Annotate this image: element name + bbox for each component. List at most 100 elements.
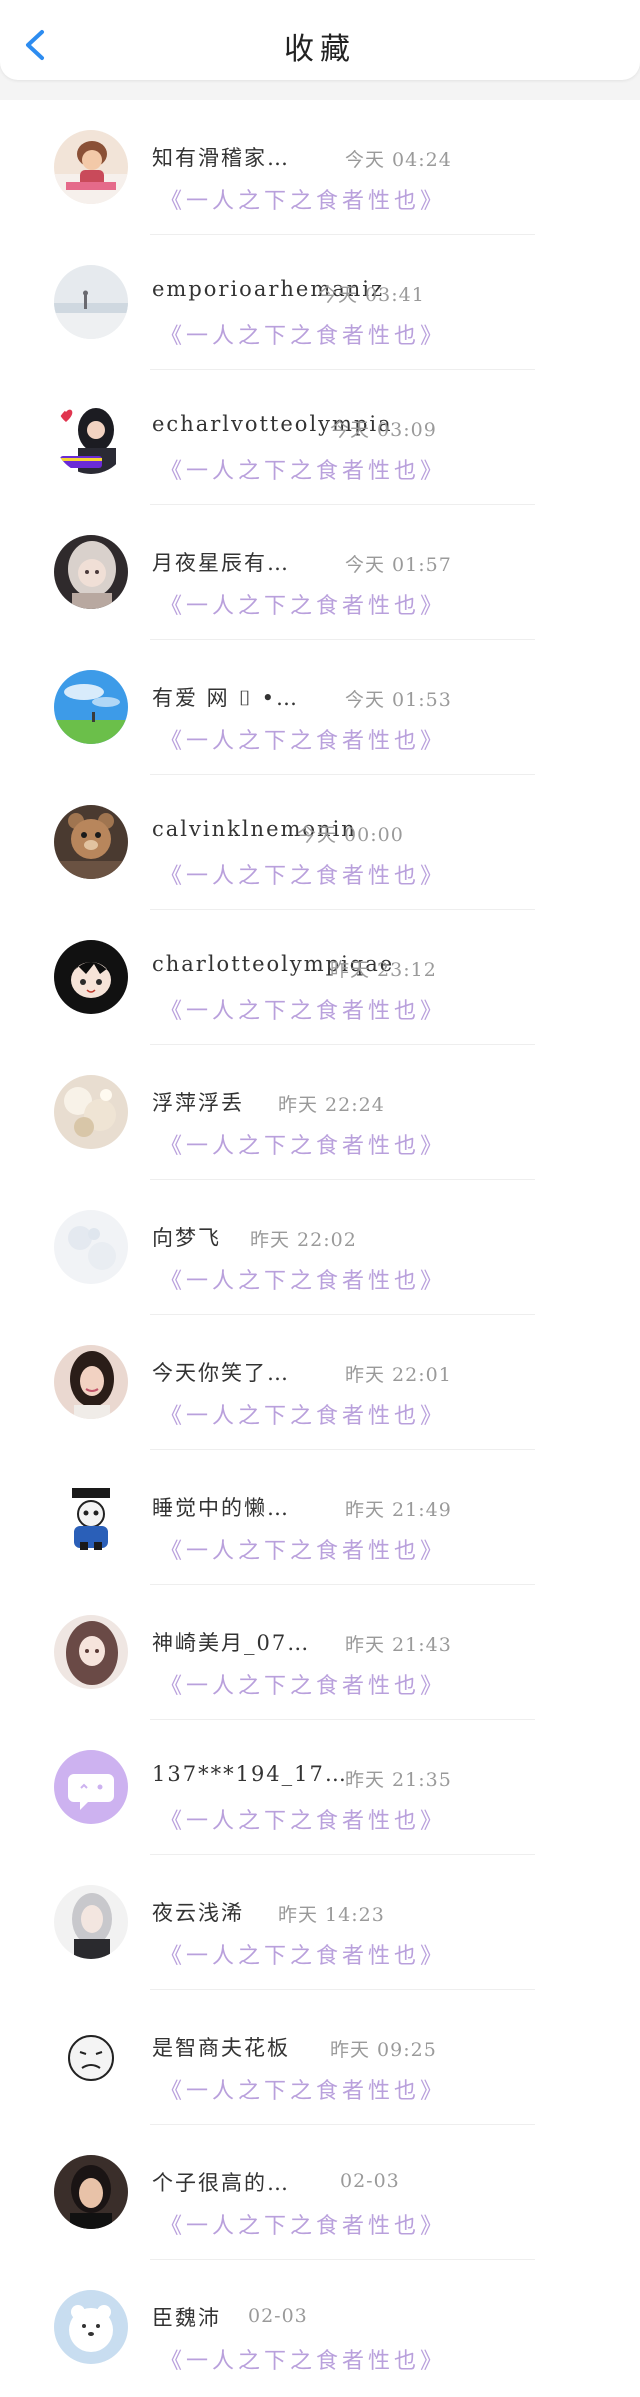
user-name: 个子很高的…	[152, 2171, 290, 2195]
user-name: 睡觉中的懒…	[152, 1496, 290, 1520]
anime-longhair-avatar-icon	[54, 1615, 128, 1689]
timestamp: 昨天 14:23	[278, 1904, 385, 1926]
user-name: 知有滑稽家…	[152, 146, 290, 170]
timestamp: 今天 01:53	[345, 689, 452, 711]
user-name: 浮萍浮丢	[152, 1091, 244, 1115]
timestamp: 今天 00:00	[297, 824, 404, 846]
seaside-photo-avatar-icon	[54, 265, 128, 339]
anime-boy-avatar-icon	[54, 940, 128, 1014]
favorite-work-title[interactable]: 《一人之下之食者性也》	[160, 1263, 446, 1295]
user-name: 137***194_17…	[152, 1762, 348, 1786]
favorite-work-title[interactable]: 《一人之下之食者性也》	[160, 2343, 446, 2375]
meme-face-avatar-icon	[54, 2020, 128, 2094]
timestamp: 今天 01:57	[345, 554, 452, 576]
favorite-work-title[interactable]: 《一人之下之食者性也》	[160, 858, 446, 890]
girl-heart-avatar-icon	[54, 400, 128, 474]
page-title: 收藏	[284, 32, 356, 67]
list-item[interactable]: calvinklnemonin 今天 00:00 《一人之下之食者性也》	[0, 775, 640, 910]
woman-photo-avatar-icon	[54, 1345, 128, 1419]
favorite-work-title[interactable]: 《一人之下之食者性也》	[160, 318, 446, 350]
favorite-work-title[interactable]: 《一人之下之食者性也》	[160, 2208, 446, 2240]
woman-selfie-avatar-icon	[54, 2155, 128, 2229]
favorite-work-title[interactable]: 《一人之下之食者性也》	[160, 993, 446, 1025]
avatar[interactable]	[54, 1075, 128, 1149]
list-item[interactable]: 神崎美月_07… 昨天 21:43 《一人之下之食者性也》	[0, 1585, 640, 1720]
list-item[interactable]: 有爱 网 ⌷ •… 今天 01:53 《一人之下之食者性也》	[0, 640, 640, 775]
timestamp: 昨天 21:35	[345, 1769, 452, 1791]
favorite-work-title[interactable]: 《一人之下之食者性也》	[160, 1533, 446, 1565]
timestamp: 今天 03:09	[330, 419, 437, 441]
user-name: 有爱 网 ⌷ •…	[152, 686, 300, 710]
list-item[interactable]: 137***194_17… 昨天 21:35 《一人之下之食者性也》	[0, 1720, 640, 1855]
avatar[interactable]	[54, 1885, 128, 1959]
list-item[interactable]: 今天你笑了… 昨天 22:01 《一人之下之食者性也》	[0, 1315, 640, 1450]
favorite-work-title[interactable]: 《一人之下之食者性也》	[160, 1398, 446, 1430]
user-name: 是智商夫花板	[152, 2036, 290, 2060]
favorite-work-title[interactable]: 《一人之下之食者性也》	[160, 1803, 446, 1835]
timestamp: 昨天 21:43	[345, 1634, 452, 1656]
favorite-work-title[interactable]: 《一人之下之食者性也》	[160, 1938, 446, 1970]
favorite-work-title[interactable]: 《一人之下之食者性也》	[160, 453, 446, 485]
list-item[interactable]: charlotteolympiqae 昨天 23:12 《一人之下之食者性也》	[0, 910, 640, 1045]
avatar[interactable]	[54, 1210, 128, 1284]
list-item[interactable]: 睡觉中的懒… 昨天 21:49 《一人之下之食者性也》	[0, 1450, 640, 1585]
list-item[interactable]: 浮萍浮丢 昨天 22:24 《一人之下之食者性也》	[0, 1045, 640, 1180]
pale-floral-avatar-icon	[54, 1210, 128, 1284]
polar-bear-avatar-icon	[54, 2290, 128, 2364]
list-item[interactable]: 月夜星辰有… 今天 01:57 《一人之下之食者性也》	[0, 505, 640, 640]
timestamp: 昨天 21:49	[345, 1499, 452, 1521]
avatar[interactable]	[54, 400, 128, 474]
favorite-work-title[interactable]: 《一人之下之食者性也》	[160, 1128, 446, 1160]
list-item[interactable]: echarlvotteolympia 今天 03:09 《一人之下之食者性也》	[0, 370, 640, 505]
avatar[interactable]	[54, 130, 128, 204]
list-item[interactable]: 是智商夫花板 昨天 09:25 《一人之下之食者性也》	[0, 1990, 640, 2125]
user-name: 臣魏沛	[152, 2306, 221, 2330]
timestamp: 昨天 22:24	[278, 1094, 385, 1116]
avatar[interactable]	[54, 670, 128, 744]
avatar[interactable]	[54, 1750, 128, 1824]
avatar[interactable]	[54, 1615, 128, 1689]
list-item[interactable]: 向梦飞 昨天 22:02 《一人之下之食者性也》	[0, 1180, 640, 1315]
avatar[interactable]	[54, 265, 128, 339]
anime-girl-avatar-icon	[54, 535, 128, 609]
timestamp: 昨天 09:25	[330, 2039, 437, 2061]
user-name: 神崎美月_07…	[152, 1631, 311, 1655]
favorite-work-title[interactable]: 《一人之下之食者性也》	[160, 723, 446, 755]
flower-photo-avatar-icon	[54, 1075, 128, 1149]
timestamp: 今天 04:24	[345, 149, 452, 171]
avatar[interactable]	[54, 2020, 128, 2094]
favorites-list: 知有滑稽家… 今天 04:24 《一人之下之食者性也》 emporioarhem…	[0, 100, 640, 2397]
girl-photo-avatar-icon	[54, 130, 128, 204]
avatar[interactable]	[54, 535, 128, 609]
sans-sleep-avatar-icon	[54, 1480, 128, 1554]
user-name: 今天你笑了…	[152, 1361, 290, 1385]
default-chat-avatar-icon	[54, 1750, 128, 1824]
avatar[interactable]	[54, 805, 128, 879]
timestamp: 今天 03:41	[318, 284, 425, 306]
avatar[interactable]	[54, 940, 128, 1014]
timestamp: 昨天 22:01	[345, 1364, 452, 1386]
favorite-work-title[interactable]: 《一人之下之食者性也》	[160, 588, 446, 620]
list-item[interactable]: 知有滑稽家… 今天 04:24 《一人之下之食者性也》	[0, 100, 640, 235]
favorite-work-title[interactable]: 《一人之下之食者性也》	[160, 1668, 446, 1700]
user-name: 向梦飞	[152, 1226, 221, 1250]
list-item[interactable]: 臣魏沛 02-03 《一人之下之食者性也》	[0, 2260, 640, 2395]
avatar[interactable]	[54, 2290, 128, 2364]
avatar[interactable]	[54, 1480, 128, 1554]
avatar[interactable]	[54, 2155, 128, 2229]
silver-hair-avatar-icon	[54, 1885, 128, 1959]
favorite-work-title[interactable]: 《一人之下之食者性也》	[160, 183, 446, 215]
user-name: 夜云浅浠	[152, 1901, 244, 1925]
user-name: 月夜星辰有…	[152, 551, 290, 575]
avatar[interactable]	[54, 1345, 128, 1419]
timestamp: 02-03	[340, 2170, 400, 2192]
timestamp: 02-03	[248, 2305, 308, 2327]
list-item[interactable]: 夜云浅浠 昨天 14:23 《一人之下之食者性也》	[0, 1855, 640, 1990]
favorite-work-title[interactable]: 《一人之下之食者性也》	[160, 2073, 446, 2105]
top-bar: 收藏	[0, 0, 640, 80]
sky-landscape-avatar-icon	[54, 670, 128, 744]
timestamp: 昨天 22:02	[250, 1229, 357, 1251]
list-item[interactable]: emporioarhemaniz 今天 03:41 《一人之下之食者性也》	[0, 235, 640, 370]
list-item[interactable]: 个子很高的… 02-03 《一人之下之食者性也》	[0, 2125, 640, 2260]
favorites-page: 收藏 知有滑稽家… 今天 04:24 《一人之下之食者性也》 emporioar…	[0, 0, 640, 2397]
